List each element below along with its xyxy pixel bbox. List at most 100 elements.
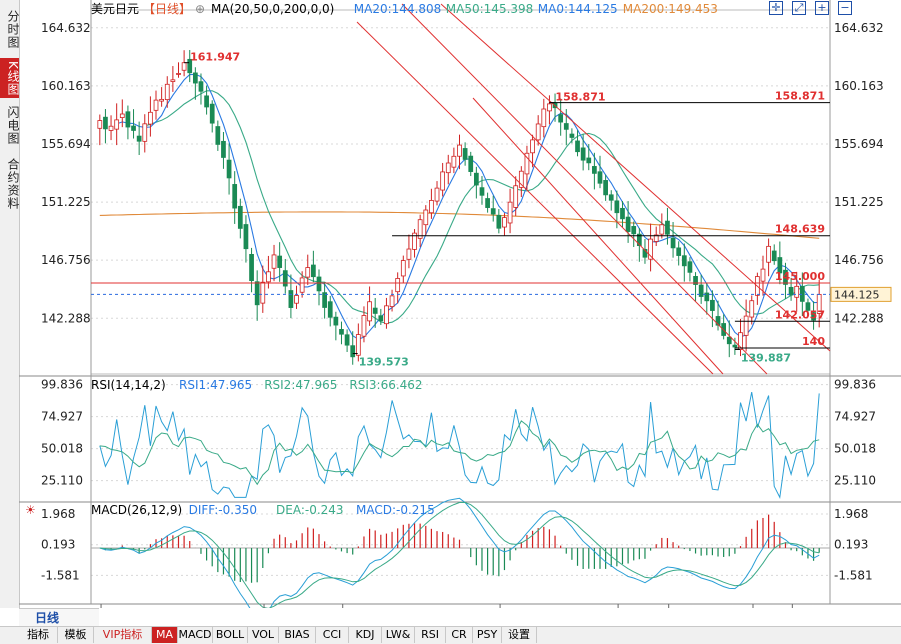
- macd-tick-left: 1.968: [41, 507, 75, 521]
- candle-body: [569, 133, 575, 138]
- candle-body: [288, 290, 294, 308]
- candle-body: [597, 171, 603, 184]
- indicator-tab-13[interactable]: PSY: [473, 627, 502, 643]
- ma50-path: [144, 90, 820, 324]
- ma200-path: [99, 211, 820, 239]
- candle-body: [614, 200, 620, 214]
- price-tick-right: 160.163: [834, 79, 884, 93]
- price-tick-right: 155.694: [834, 137, 884, 151]
- candle-body: [665, 220, 670, 235]
- ma-label: MA(20,50,0,200,0,0): [211, 2, 334, 16]
- channel-line: [440, 3, 831, 352]
- expand-icon[interactable]: ⤢: [792, 1, 806, 15]
- candle-body: [136, 135, 142, 142]
- candle-body: [445, 162, 451, 174]
- zoom-out-icon[interactable]: −: [838, 1, 852, 15]
- price-tick-right: 142.288: [834, 311, 884, 325]
- candle-body: [451, 155, 457, 168]
- indicator-tab-11[interactable]: RSI: [415, 627, 446, 643]
- candle-body: [710, 299, 715, 311]
- period-label[interactable]: 日线: [19, 608, 99, 626]
- rsi-label: RSI(14,14,2): [91, 378, 166, 392]
- candle-body: [294, 295, 299, 304]
- candle-body: [333, 316, 339, 326]
- side-tab-1[interactable]: K线图: [0, 58, 20, 98]
- candle-body: [384, 305, 389, 325]
- macd-tick-right: 1.968: [834, 507, 868, 521]
- price-tick-left: 160.163: [41, 79, 91, 93]
- rsi-tick-right: 99.836: [834, 378, 876, 392]
- indicator-tab-5[interactable]: BOLL: [213, 627, 248, 643]
- candle-body: [153, 99, 159, 111]
- level-label: 158.871: [775, 90, 825, 103]
- candle-body: [608, 194, 614, 201]
- candle-body: [181, 62, 187, 71]
- price-tick-left: 155.694: [41, 137, 91, 151]
- price-tick-left: 151.225: [41, 195, 91, 209]
- indicator-tab-7[interactable]: BIAS: [279, 627, 316, 643]
- indicator-tab-10[interactable]: LW&: [382, 627, 415, 643]
- candle-body: [355, 334, 361, 356]
- candle-body: [119, 113, 125, 118]
- candle-body: [434, 187, 440, 202]
- candle-body: [344, 334, 350, 346]
- side-tab-2[interactable]: 闪电图: [0, 100, 20, 150]
- candle-body: [462, 148, 468, 160]
- ma-value: MA50:145.398: [446, 2, 534, 16]
- candle-body: [378, 315, 384, 322]
- indicator-tab-12[interactable]: CR: [446, 627, 473, 643]
- indicator-tab-2[interactable]: VIP指标: [94, 627, 152, 643]
- candle-body: [372, 307, 378, 314]
- indicator-tab-14[interactable]: 设置: [502, 627, 537, 643]
- channel-line: [356, 21, 714, 375]
- candle-body: [625, 216, 631, 232]
- candle-body: [148, 111, 153, 125]
- macd-label: MACD(26,12,9): [91, 503, 182, 517]
- candle-body: [350, 345, 356, 358]
- zoom-in-icon[interactable]: +: [815, 1, 829, 15]
- side-tab-0[interactable]: 分时图: [0, 4, 20, 54]
- indicator-tab-1[interactable]: 模板: [58, 627, 94, 643]
- indicator-tab-6[interactable]: VOL: [248, 627, 279, 643]
- candle-body: [631, 226, 637, 235]
- candle-body: [580, 147, 586, 161]
- candle-body: [277, 255, 283, 268]
- candle-body: [760, 268, 766, 282]
- candle-body: [226, 159, 232, 179]
- level-label: 142.057: [775, 308, 825, 321]
- candle-body: [586, 157, 592, 164]
- indicator-tab-3[interactable]: MA: [152, 627, 178, 643]
- indicator-tab-9[interactable]: KDJ: [349, 627, 382, 643]
- candle-body: [530, 139, 535, 154]
- current-price-value: 144.125: [834, 288, 880, 301]
- indicator-tab-4[interactable]: MACD: [178, 627, 213, 643]
- rsi-value: RSI1:47.965: [179, 378, 252, 392]
- indicator-tab-0[interactable]: 指标: [19, 627, 58, 643]
- candle-body: [468, 155, 474, 172]
- candle-body: [563, 123, 569, 130]
- dea-line: [99, 502, 820, 608]
- candle-body: [423, 209, 429, 226]
- candle-body: [440, 171, 446, 191]
- annotation-label: 139.573: [359, 356, 409, 369]
- candle-body: [170, 79, 176, 82]
- candle-body: [159, 98, 164, 102]
- kline-chart[interactable]: 158.871 148.639 145.000 142.057 140 144.125 16…: [19, 0, 901, 608]
- candle-body: [507, 201, 513, 224]
- crosshair-icon[interactable]: ✛: [769, 1, 783, 15]
- indicator-tab-8[interactable]: CCI: [316, 627, 349, 643]
- rsi-tick-left: 74.927: [41, 410, 83, 424]
- candle-body: [485, 198, 490, 208]
- candle-body: [237, 205, 243, 229]
- candle-body: [429, 200, 434, 214]
- candle-body: [496, 214, 502, 229]
- candle-body: [192, 72, 198, 84]
- header-text: 【日线】: [143, 2, 191, 16]
- level-label: 148.639: [775, 223, 825, 236]
- candle-body: [603, 180, 608, 196]
- candle-body: [766, 245, 771, 263]
- candle-body: [490, 208, 496, 215]
- candle-body: [243, 224, 249, 250]
- indicator-tab-bar: 指标 模板 VIP指标 MA MACD BOLL VOL BIAS CCI KDJ LW& RSI CR…: [0, 626, 901, 644]
- side-tab-3[interactable]: 合约资料: [0, 154, 20, 214]
